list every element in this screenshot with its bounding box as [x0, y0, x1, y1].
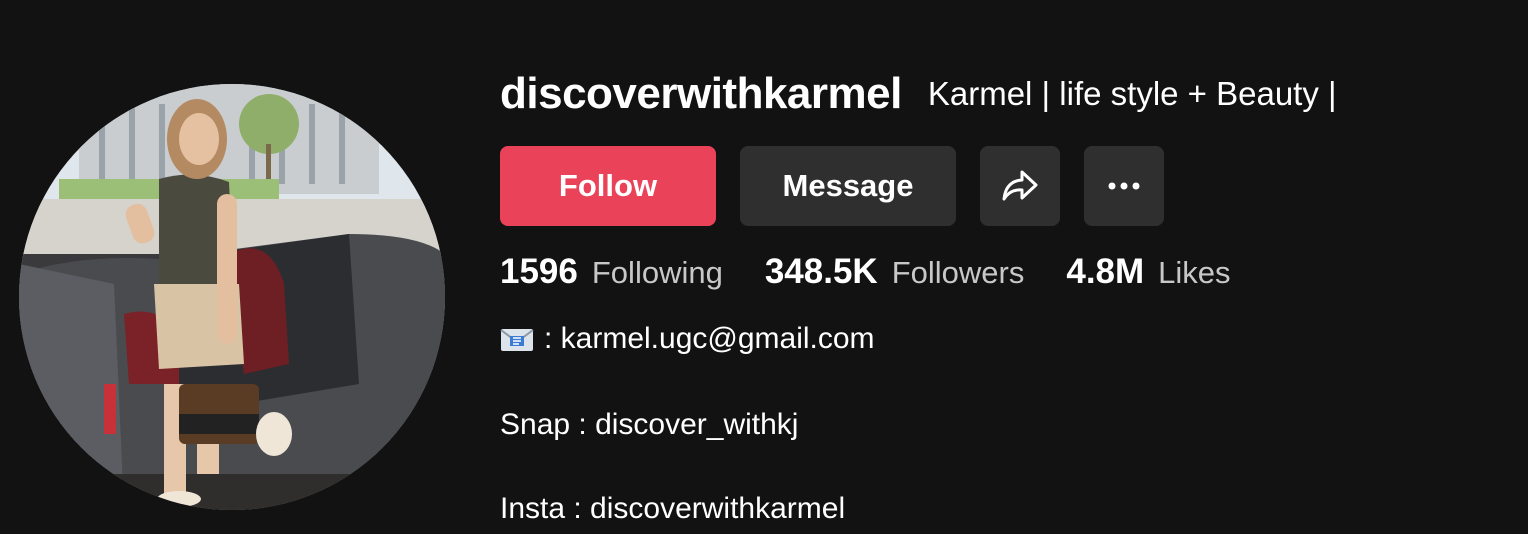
followers-count: 348.5K [764, 252, 878, 291]
following-count: 1596 [500, 252, 578, 291]
share-button[interactable] [980, 146, 1060, 226]
share-arrow-icon [1002, 170, 1038, 201]
stat-following[interactable]: 1596 Following [500, 252, 723, 292]
more-button[interactable] [1084, 146, 1164, 226]
likes-label: Likes [1158, 255, 1231, 290]
likes-count: 4.8M [1066, 252, 1145, 291]
followers-label: Followers [891, 255, 1025, 290]
username: discoverwithkarmel [500, 69, 902, 118]
avatar-photo [19, 84, 445, 510]
stat-followers[interactable]: 348.5K Followers [765, 252, 1025, 292]
profile-header: discoverwithkarmel Karmel | life style +… [500, 66, 1337, 122]
envelope-icon [500, 329, 534, 352]
profile-avatar [19, 84, 445, 510]
bio-email-text: : karmel.ugc@gmail.com [544, 322, 875, 355]
more-dots-icon [1108, 182, 1140, 190]
profile-stats: 1596 Following 348.5K Followers 4.8M Lik… [500, 252, 1273, 292]
bio-email-line: : karmel.ugc@gmail.com [500, 322, 875, 356]
profile-actions: Follow Message [500, 146, 1164, 226]
profile-page: discoverwithkarmel Karmel | life style +… [0, 0, 1528, 534]
display-name: Karmel | life style + Beauty | [927, 75, 1337, 112]
stat-likes: 4.8M Likes [1066, 252, 1230, 292]
message-button[interactable]: Message [740, 146, 956, 226]
bio-snap-line: Snap : discover_withkj [500, 408, 799, 441]
bio-insta-line: Insta : discoverwithkarmel [500, 492, 846, 525]
following-label: Following [591, 255, 723, 290]
follow-button[interactable]: Follow [500, 146, 716, 226]
